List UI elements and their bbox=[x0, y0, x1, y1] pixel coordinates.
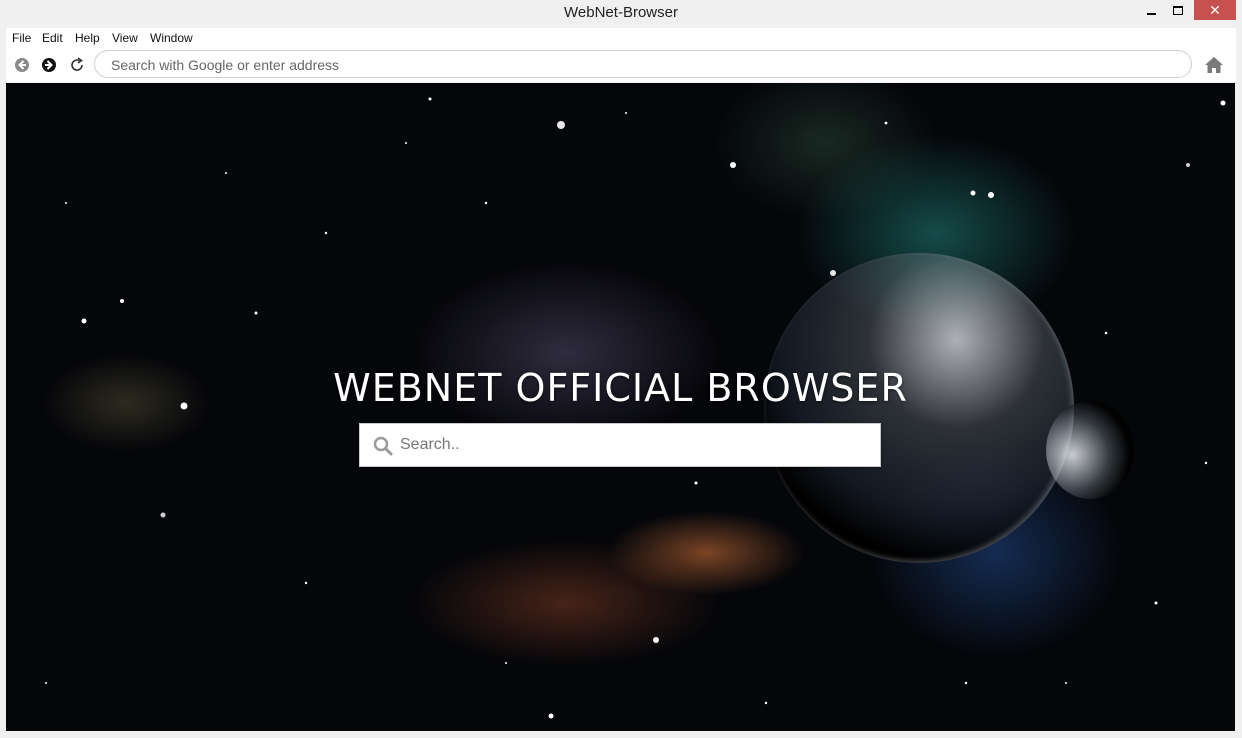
navigation-bar: Search with Google or enter address bbox=[6, 48, 1236, 82]
menu-view[interactable]: View bbox=[112, 31, 138, 45]
close-button[interactable]: ✕ bbox=[1194, 0, 1236, 20]
reload-icon[interactable] bbox=[68, 56, 86, 74]
menu-file[interactable]: File bbox=[12, 31, 31, 45]
maximize-icon bbox=[1173, 5, 1183, 15]
menu-window[interactable]: Window bbox=[150, 31, 193, 45]
minimize-button[interactable] bbox=[1137, 0, 1165, 20]
maximize-button[interactable] bbox=[1164, 0, 1192, 20]
page-headline: WEBNET OFFICIAL BROWSER bbox=[333, 366, 908, 410]
search-icon bbox=[373, 436, 393, 456]
planet-small bbox=[1046, 401, 1134, 499]
home-icon[interactable] bbox=[1203, 55, 1225, 75]
minimize-icon bbox=[1146, 13, 1156, 15]
title-bar: WebNet-Browser ✕ bbox=[0, 0, 1242, 26]
back-arrow-icon[interactable] bbox=[13, 56, 31, 74]
forward-arrow-icon[interactable] bbox=[40, 56, 58, 74]
web-content: WEBNET OFFICIAL BROWSER Search.. bbox=[6, 83, 1235, 731]
page-search-input[interactable]: Search.. bbox=[359, 423, 881, 467]
address-bar[interactable]: Search with Google or enter address bbox=[94, 50, 1192, 78]
close-icon: ✕ bbox=[1209, 1, 1221, 18]
page-search-placeholder: Search.. bbox=[400, 436, 460, 453]
window-title: WebNet-Browser bbox=[564, 4, 678, 21]
menu-edit[interactable]: Edit bbox=[42, 31, 63, 45]
menu-help[interactable]: Help bbox=[75, 31, 100, 45]
address-placeholder: Search with Google or enter address bbox=[111, 57, 340, 73]
menu-bar: File Edit Help View Window bbox=[6, 28, 1236, 48]
